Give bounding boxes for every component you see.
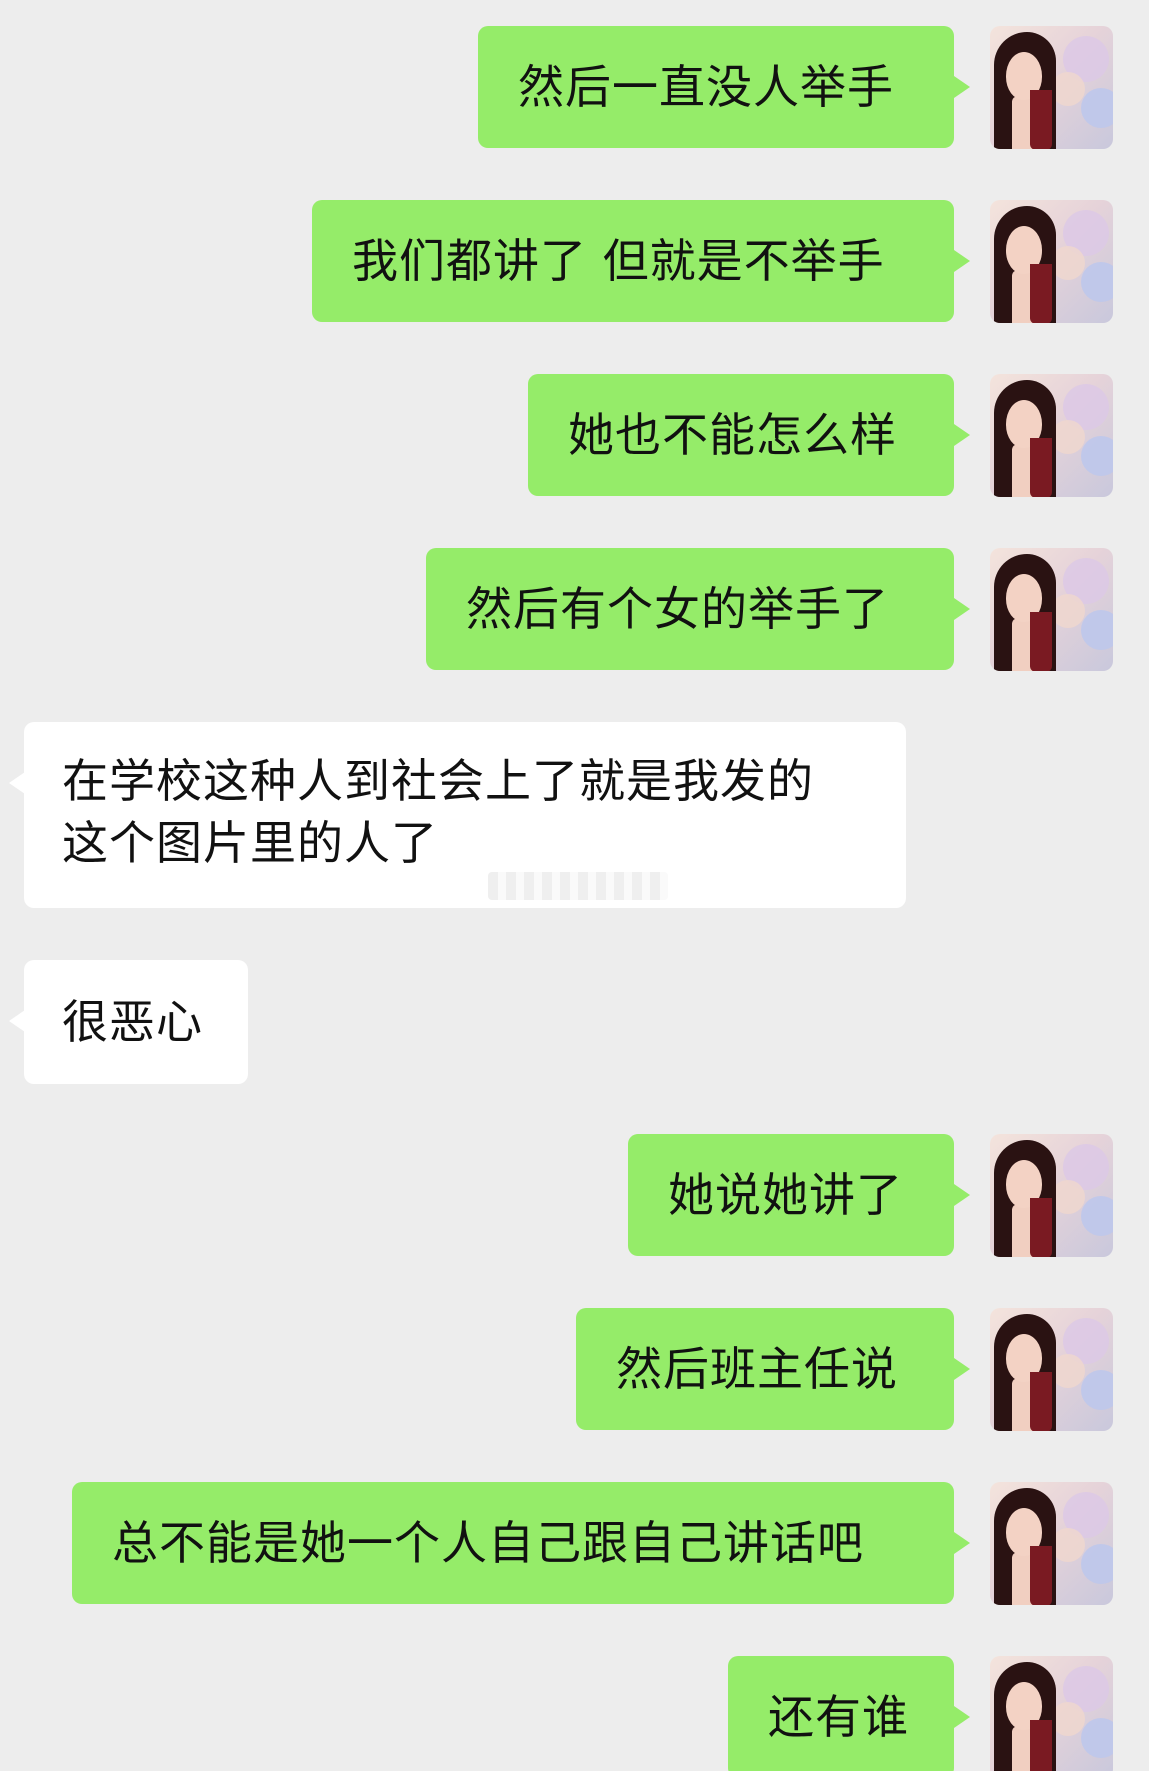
- message-text: 总不能是她一个人自己跟自己讲话吧: [112, 1516, 864, 1570]
- message-row-sent: 然后一直没人举手: [0, 26, 1149, 150]
- message-bubble-received[interactable]: 很恶心: [24, 960, 248, 1084]
- message-bubble-received[interactable]: 在学校这种人到社会上了就是我发的 这个图片里的人了: [24, 722, 906, 908]
- chat-message-list[interactable]: 然后一直没人举手 我们都讲了 但就是不举手 她也不能怎么样 然后有个女的举手了 …: [0, 0, 1149, 1771]
- message-text: 还有谁: [768, 1690, 909, 1744]
- message-row-sent: 还有谁: [0, 1656, 1149, 1771]
- message-text: 然后一直没人举手: [518, 60, 894, 114]
- bubble-tail: [9, 1010, 25, 1032]
- message-text-line: 在学校这种人到社会上了就是我发的: [62, 754, 814, 808]
- message-bubble-sent[interactable]: 我们都讲了 但就是不举手: [312, 200, 954, 322]
- message-row-received: 很恶心: [0, 960, 1149, 1084]
- message-text: 她说她讲了: [668, 1168, 903, 1222]
- bubble-tail: [954, 1706, 970, 1728]
- bubble-tail: [954, 1184, 970, 1206]
- message-bubble-sent[interactable]: 然后一直没人举手: [478, 26, 954, 148]
- user-avatar-icon[interactable]: [990, 200, 1113, 323]
- message-row-sent: 总不能是她一个人自己跟自己讲话吧: [0, 1482, 1149, 1606]
- message-text-line: 这个图片里的人了: [62, 816, 438, 870]
- message-bubble-sent[interactable]: 她说她讲了: [628, 1134, 954, 1256]
- message-text: 然后有个女的举手了: [466, 582, 889, 636]
- user-avatar-icon[interactable]: [990, 1308, 1113, 1431]
- bubble-tail: [954, 1358, 970, 1380]
- bubble-tail: [954, 1532, 970, 1554]
- message-row-sent: 然后有个女的举手了: [0, 548, 1149, 672]
- user-avatar-icon[interactable]: [990, 1656, 1113, 1771]
- message-row-sent: 她也不能怎么样: [0, 374, 1149, 498]
- message-bubble-sent[interactable]: 然后班主任说: [576, 1308, 954, 1430]
- message-text: 我们都讲了 但就是不举手: [352, 234, 885, 288]
- bubble-tail: [954, 76, 970, 98]
- message-text: 她也不能怎么样: [568, 408, 897, 462]
- user-avatar-icon[interactable]: [990, 1482, 1113, 1605]
- message-bubble-sent[interactable]: 还有谁: [728, 1656, 954, 1771]
- message-text: 然后班主任说: [616, 1342, 898, 1396]
- bubble-tail: [954, 424, 970, 446]
- message-row-sent: 然后班主任说: [0, 1308, 1149, 1432]
- message-bubble-sent[interactable]: 她也不能怎么样: [528, 374, 954, 496]
- user-avatar-icon[interactable]: [990, 548, 1113, 671]
- bubble-tail: [9, 772, 25, 794]
- message-row-sent: 她说她讲了: [0, 1134, 1149, 1258]
- user-avatar-icon[interactable]: [990, 374, 1113, 497]
- message-text: 很恶心: [62, 995, 203, 1049]
- message-row-sent: 我们都讲了 但就是不举手: [0, 200, 1149, 324]
- bubble-tail: [954, 598, 970, 620]
- watermark-blur: [488, 872, 668, 900]
- user-avatar-icon[interactable]: [990, 26, 1113, 149]
- bubble-tail: [954, 250, 970, 272]
- message-bubble-sent[interactable]: 然后有个女的举手了: [426, 548, 954, 670]
- message-bubble-sent[interactable]: 总不能是她一个人自己跟自己讲话吧: [72, 1482, 954, 1604]
- message-row-received: 在学校这种人到社会上了就是我发的 这个图片里的人了: [0, 722, 1149, 908]
- user-avatar-icon[interactable]: [990, 1134, 1113, 1257]
